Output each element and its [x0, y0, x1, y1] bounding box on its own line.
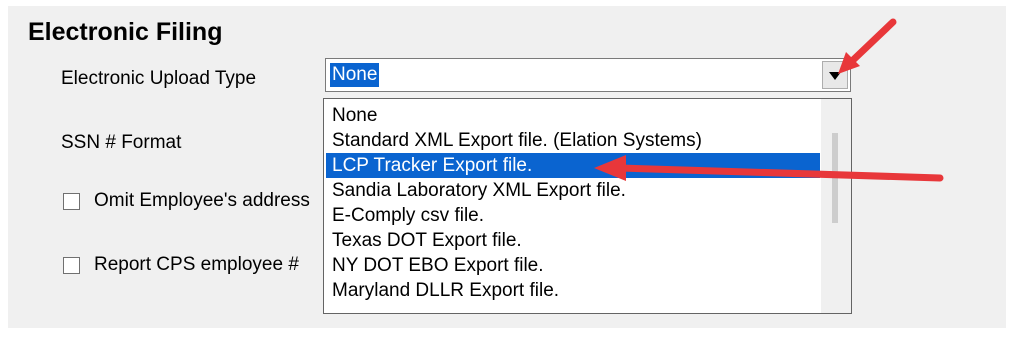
- red-arrow-icon: [838, 18, 897, 74]
- annotation-arrows: [594, 18, 944, 182]
- red-arrow-icon: [594, 155, 944, 182]
